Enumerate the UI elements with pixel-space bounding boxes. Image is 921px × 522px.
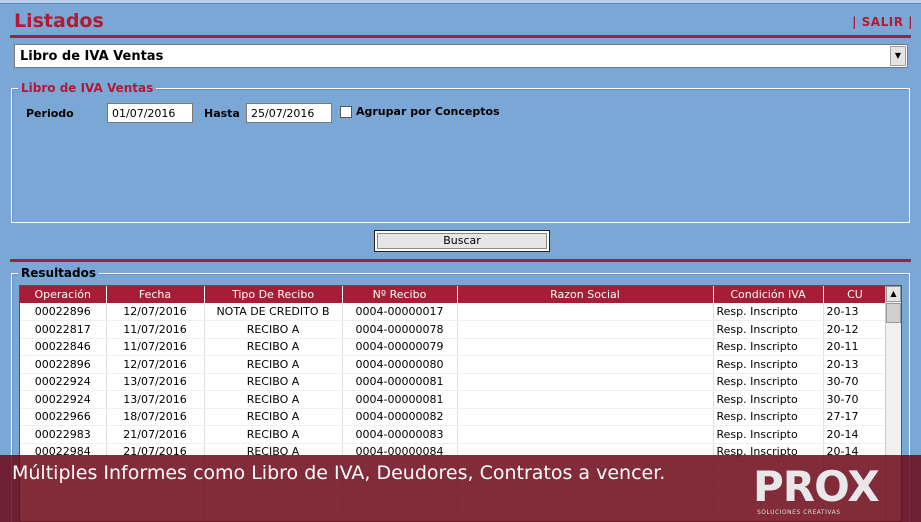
table-cell: Resp. Inscripto <box>713 373 824 391</box>
hasta-input[interactable] <box>246 103 332 123</box>
table-cell: RECIBO A <box>204 320 343 339</box>
table-cell <box>457 355 714 374</box>
table-cell: 0004-00000083 <box>342 425 458 444</box>
table-cell: 0004-00000017 <box>342 303 458 321</box>
table-cell: 00022896 <box>20 355 107 374</box>
table-cell: NOTA DE CREDITO B <box>204 303 343 321</box>
table-row[interactable]: 00022846 11/07/2016 RECIBO A 0004-00000079 R… <box>20 338 888 356</box>
table-cell: 00022817 <box>20 320 107 339</box>
results-divider <box>10 259 911 262</box>
table-cell: 13/07/2016 <box>106 390 205 409</box>
table-cell: 27-17 <box>823 408 888 426</box>
banner-text: Múltiples Informes como Libro de IVA, De… <box>12 462 666 484</box>
table-cell: 0004-00000079 <box>342 338 458 356</box>
table-cell: 0004-00000081 <box>342 373 458 391</box>
table-row[interactable]: 00022817 11/07/2016 RECIBO A 0004-00000078 R… <box>20 320 888 339</box>
table-cell: Resp. Inscripto <box>713 390 824 409</box>
table-cell: 12/07/2016 <box>106 303 205 321</box>
table-cell <box>457 408 714 426</box>
report-type-value: Libro de IVA Ventas <box>20 49 164 64</box>
table-cell: 00022983 <box>20 425 107 444</box>
table-row[interactable]: 00022924 13/07/2016 RECIBO A 0004-00000081 R… <box>20 373 888 391</box>
column-header-cuit[interactable]: CU <box>823 286 888 303</box>
column-header-operacion[interactable]: Operación <box>20 286 107 303</box>
table-cell: 20-11 <box>823 338 888 356</box>
logo-subtitle: SOLUCIONES CREATIVAS <box>757 509 841 516</box>
table-cell <box>457 425 714 444</box>
table-cell <box>457 303 714 321</box>
table-cell <box>457 373 714 391</box>
column-header-condicion-iva[interactable]: Condición IVA <box>713 286 824 303</box>
table-cell: RECIBO A <box>204 390 343 409</box>
periodo-input[interactable] <box>107 103 193 123</box>
table-row[interactable]: 00022924 13/07/2016 RECIBO A 0004-00000081 R… <box>20 390 888 409</box>
table-cell: 11/07/2016 <box>106 320 205 339</box>
app-header: Listados | SALIR | <box>0 4 921 38</box>
table-cell: 20-12 <box>823 320 888 339</box>
table-cell: 18/07/2016 <box>106 408 205 426</box>
table-cell: 0004-00000080 <box>342 355 458 374</box>
table-cell: 12/07/2016 <box>106 355 205 374</box>
column-header-razon-social[interactable]: Razon Social <box>457 286 714 303</box>
table-cell: 00022966 <box>20 408 107 426</box>
page-title: Listados <box>14 10 104 32</box>
table-cell: RECIBO A <box>204 373 343 391</box>
hasta-label: Hasta <box>204 107 240 120</box>
table-cell: 20-13 <box>823 303 888 321</box>
table-cell: Resp. Inscripto <box>713 408 824 426</box>
report-type-select[interactable]: Libro de IVA Ventas ▼ <box>14 44 908 68</box>
table-row[interactable]: 00022983 21/07/2016 RECIBO A 0004-00000083 R… <box>20 425 888 444</box>
table-cell: RECIBO A <box>204 408 343 426</box>
table-row[interactable]: 00022896 12/07/2016 NOTA DE CREDITO B 0004-… <box>20 303 888 321</box>
logo-text: PROX <box>753 462 880 511</box>
header-divider <box>10 35 911 38</box>
table-cell: 0004-00000082 <box>342 408 458 426</box>
scroll-up-arrow-icon[interactable]: ▲ <box>886 286 901 302</box>
table-cell: 11/07/2016 <box>106 338 205 356</box>
table-cell: Resp. Inscripto <box>713 355 824 374</box>
column-header-tipo-recibo[interactable]: Tipo De Recibo <box>204 286 343 303</box>
table-cell: 20-13 <box>823 355 888 374</box>
table-cell: 0004-00000081 <box>342 390 458 409</box>
table-cell: Resp. Inscripto <box>713 338 824 356</box>
table-cell: Resp. Inscripto <box>713 303 824 321</box>
agrupar-label: Agrupar por Conceptos <box>356 105 500 118</box>
periodo-label: Periodo <box>26 107 74 120</box>
filter-group-label: Libro de IVA Ventas <box>18 81 157 95</box>
table-row[interactable]: 00022966 18/07/2016 RECIBO A 0004-00000082 R… <box>20 408 888 426</box>
buscar-button[interactable]: Buscar <box>374 230 550 252</box>
agrupar-checkbox[interactable] <box>340 106 352 118</box>
table-cell: RECIBO A <box>204 425 343 444</box>
promo-banner: Múltiples Informes como Libro de IVA, De… <box>0 455 921 522</box>
table-cell: 00022924 <box>20 373 107 391</box>
table-cell: Resp. Inscripto <box>713 425 824 444</box>
table-cell: 20-14 <box>823 425 888 444</box>
scroll-thumb[interactable] <box>886 303 901 323</box>
table-cell: 21/07/2016 <box>106 425 205 444</box>
table-cell: 30-70 <box>823 373 888 391</box>
column-header-nro-recibo[interactable]: Nº Recibo <box>342 286 458 303</box>
table-cell <box>457 390 714 409</box>
table-header-row: Operación Fecha Tipo De Recibo Nº Recibo… <box>20 286 888 303</box>
table-cell: 00022896 <box>20 303 107 321</box>
table-cell: RECIBO A <box>204 355 343 374</box>
table-cell: 00022924 <box>20 390 107 409</box>
table-cell: 13/07/2016 <box>106 373 205 391</box>
table-cell: 30-70 <box>823 390 888 409</box>
table-row[interactable]: 00022896 12/07/2016 RECIBO A 0004-00000080 R… <box>20 355 888 374</box>
table-cell: RECIBO A <box>204 338 343 356</box>
chevron-down-icon[interactable]: ▼ <box>890 46 906 66</box>
table-cell: 00022846 <box>20 338 107 356</box>
results-group-label: Resultados <box>18 266 99 280</box>
table-cell: 0004-00000078 <box>342 320 458 339</box>
salir-link[interactable]: | SALIR | <box>852 15 913 29</box>
table-cell <box>457 320 714 339</box>
table-cell <box>457 338 714 356</box>
table-cell: Resp. Inscripto <box>713 320 824 339</box>
column-header-fecha[interactable]: Fecha <box>106 286 205 303</box>
prox-logo: PROX SOLUCIONES CREATIVAS <box>753 463 913 519</box>
